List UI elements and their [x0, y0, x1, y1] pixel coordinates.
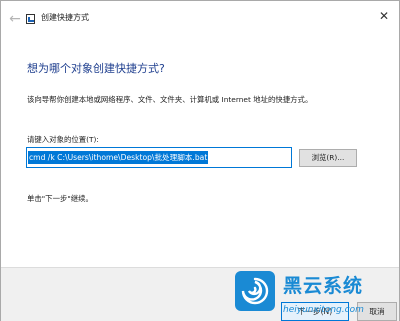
back-arrow-icon[interactable]: ←	[7, 11, 23, 27]
window-title: 创建快捷方式	[41, 13, 89, 22]
close-icon[interactable]: ✕	[375, 7, 393, 25]
browse-button[interactable]: 浏览(R)...	[299, 149, 357, 167]
create-shortcut-window: ← 创建快捷方式 ✕ 想为哪个对象创建快捷方式? 该向导帮你创建本地或网络程序、…	[0, 0, 400, 321]
watermark-url: heiyunxitong.com	[283, 305, 364, 315]
location-label: 请键入对象的位置(T):	[27, 135, 99, 144]
watermark: 黑云系统 heiyunxitong.com	[235, 269, 400, 321]
title-bar: ← 创建快捷方式 ✕	[1, 1, 399, 37]
watermark-logo-icon	[235, 271, 275, 311]
description-text: 该向导帮你创建本地或网络程序、文件、文件夹、计算机或 Internet 地址的快…	[27, 95, 313, 104]
location-input[interactable]: cmd /k C:\Users\ithome\Desktop\批处理脚本.bat	[26, 147, 292, 168]
next-hint-text: 单击"下一步"继续。	[27, 194, 93, 203]
page-heading: 想为哪个对象创建快捷方式?	[27, 62, 165, 75]
watermark-brand: 黑云系统	[283, 275, 364, 297]
shortcut-wizard-icon	[26, 14, 35, 24]
location-input-value: cmd /k C:\Users\ithome\Desktop\批处理脚本.bat	[28, 151, 209, 164]
